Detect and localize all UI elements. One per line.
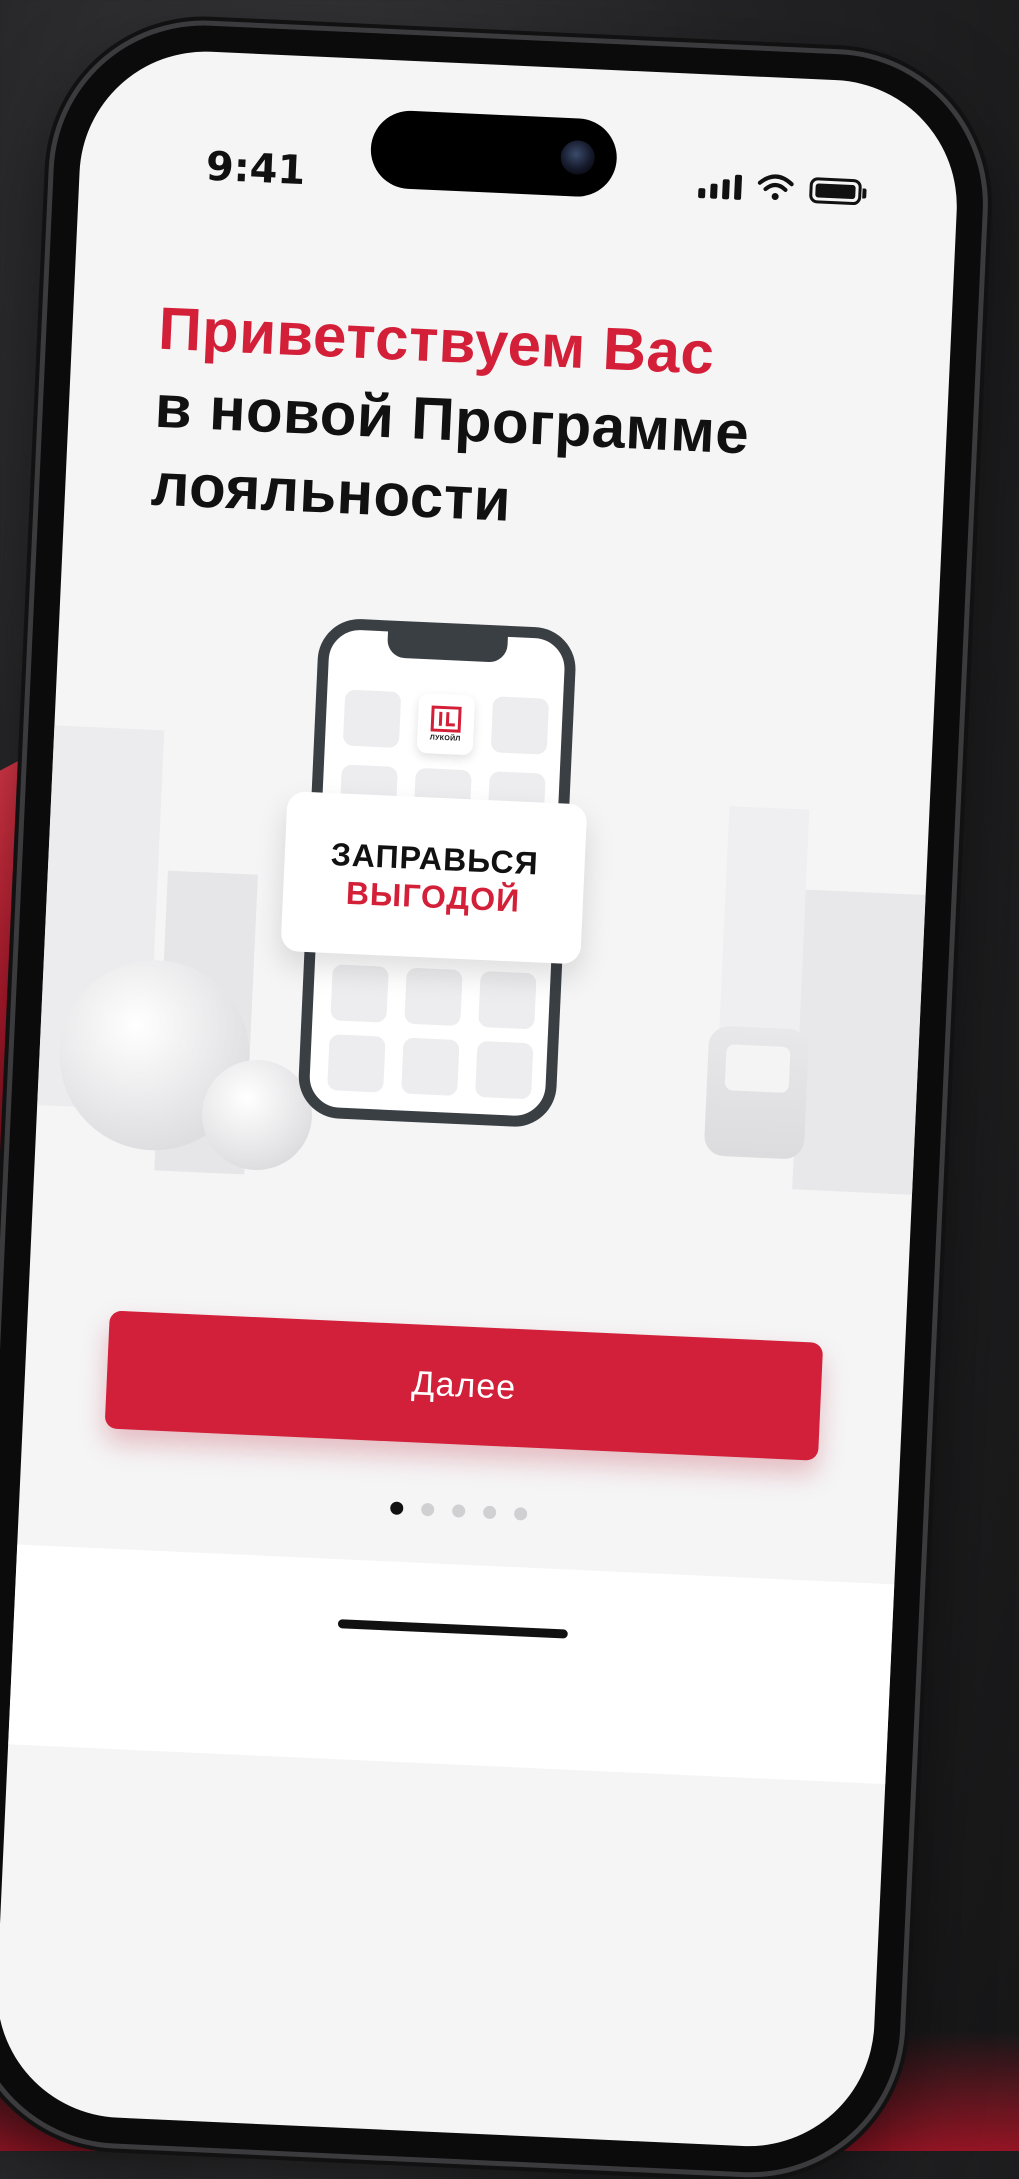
- camera-icon: [559, 139, 596, 176]
- battery-icon: [808, 177, 863, 206]
- app-screen: 9:41 Приветствуем Вас в новой Программе …: [0, 46, 963, 2152]
- wifi-icon: [757, 173, 794, 203]
- logo-text: ЛУКОЙЛ: [429, 734, 461, 743]
- next-button[interactable]: Далее: [104, 1310, 824, 1461]
- app-tile: [478, 970, 537, 1030]
- app-tile: [401, 1037, 460, 1097]
- page-title: Приветствуем Вас в новой Программе лояль…: [150, 290, 860, 556]
- fuel-pump-icon: [703, 1025, 810, 1160]
- app-tile: [404, 967, 463, 1027]
- page-dot[interactable]: [420, 1502, 435, 1517]
- app-tile: [342, 689, 402, 749]
- page-dot[interactable]: [513, 1507, 527, 1521]
- page-dot[interactable]: [451, 1504, 465, 1518]
- phone-notch: [386, 629, 508, 663]
- status-time: 9:41: [204, 143, 307, 195]
- page-dot-active[interactable]: [389, 1501, 404, 1515]
- pagination-dots: [19, 1485, 897, 1538]
- promo-card: ЗАПРАВЬСЯ ВЫГОДОЙ: [280, 791, 588, 965]
- app-tile: [327, 1034, 386, 1093]
- building-shape: [792, 889, 926, 1195]
- dynamic-island: [369, 109, 619, 199]
- app-tile: [475, 1040, 534, 1100]
- onboarding-illustration: ЛУКОЙЛ ЗАПРАВЬСЯ ВЫГОДОЙ: [34, 605, 936, 1204]
- bottom-area: [8, 1544, 895, 1785]
- promo-line-2: ВЫГОДОЙ: [345, 874, 521, 919]
- status-icons: [698, 170, 863, 206]
- lukoil-logo-icon: ЛУКОЙЛ: [416, 692, 476, 756]
- app-tile: [490, 696, 550, 755]
- app-tile: [330, 964, 389, 1023]
- page-dot[interactable]: [482, 1505, 496, 1520]
- signal-icon: [698, 173, 743, 200]
- phone-device: 9:41 Приветствуем Вас в новой Программе …: [0, 18, 990, 2179]
